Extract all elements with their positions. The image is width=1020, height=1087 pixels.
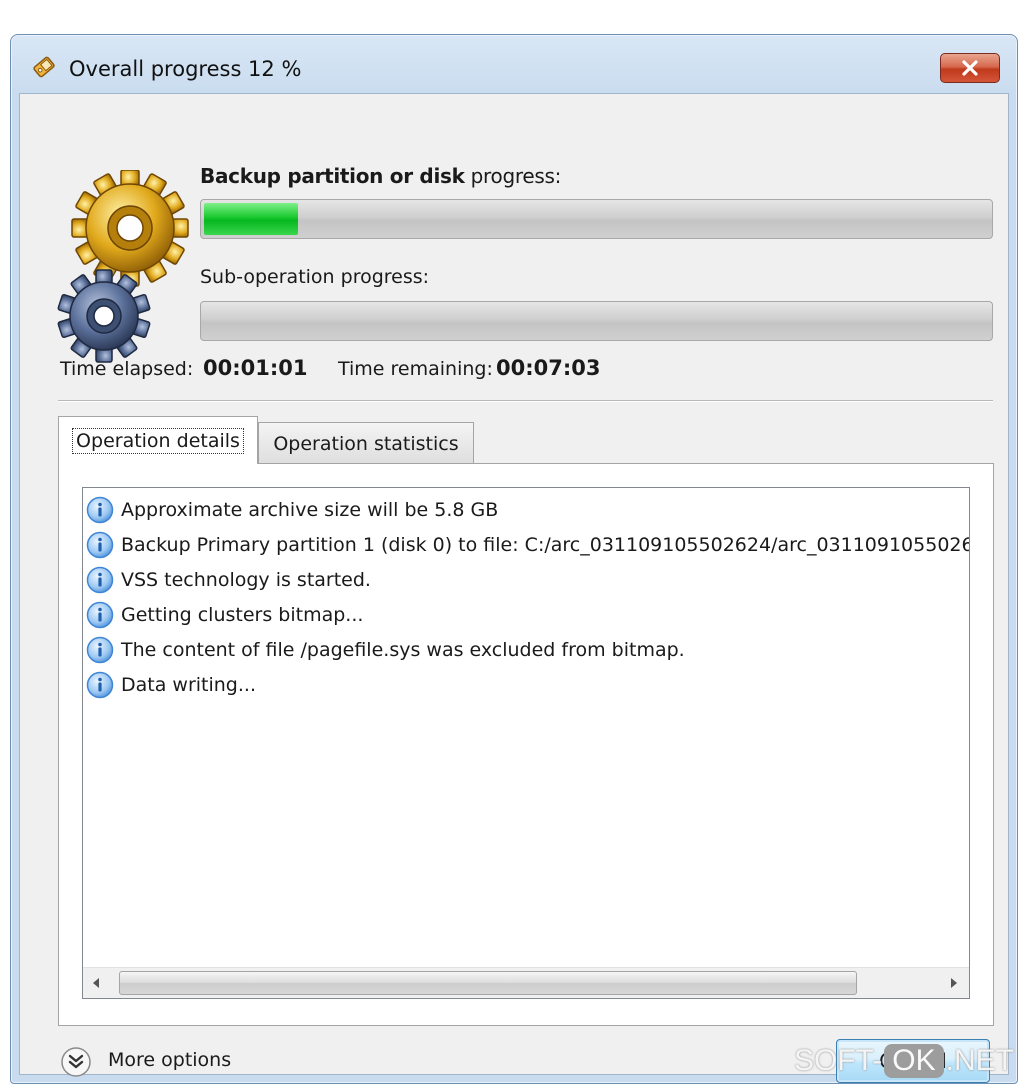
main-progress-fill — [204, 203, 299, 235]
close-icon — [962, 60, 978, 76]
log-item: Backup Primary partition 1 (disk 0) to f… — [86, 527, 969, 562]
double-chevron-down-icon[interactable] — [60, 1046, 92, 1078]
log-item-text: VSS technology is started. — [121, 568, 371, 591]
log-item: Getting clusters bitmap... — [86, 597, 969, 632]
progress-window: Overall progress 12 % Backup partition o… — [10, 34, 1018, 1084]
dialog-body: Backup partition or disk progress: Sub-o… — [19, 93, 1009, 1083]
more-options-link[interactable]: More options — [108, 1049, 231, 1071]
divider — [58, 400, 993, 402]
operation-log[interactable]: Approximate archive size will be 5.8 GB B… — [82, 487, 970, 999]
time-elapsed-value: 00:01:01 — [203, 356, 308, 380]
log-item: Data writing... — [86, 667, 969, 702]
info-icon — [86, 566, 114, 593]
window-title: Overall progress 12 % — [69, 57, 302, 81]
scroll-right-icon[interactable] — [949, 977, 959, 989]
log-item-text: The content of file /pagefile.sys was ex… — [121, 638, 685, 661]
scrollbar-thumb[interactable] — [119, 971, 857, 995]
time-elapsed-label: Time elapsed: — [60, 358, 194, 380]
title-bar[interactable]: Overall progress 12 % — [11, 35, 1017, 93]
watermark: SOFT- OK .NET — [793, 1044, 1014, 1078]
tab-operation-statistics[interactable]: Operation statistics — [258, 422, 474, 464]
scroll-left-icon[interactable] — [91, 977, 101, 989]
log-item: The content of file /pagefile.sys was ex… — [86, 632, 969, 667]
tag-icon — [33, 56, 55, 78]
info-icon — [86, 636, 114, 663]
info-icon — [86, 496, 114, 523]
close-button[interactable] — [940, 53, 1000, 83]
log-item: VSS technology is started. — [86, 562, 969, 597]
gears-icon — [57, 170, 189, 363]
log-list: Approximate archive size will be 5.8 GB B… — [86, 492, 969, 702]
info-icon — [86, 601, 114, 628]
log-item: Approximate archive size will be 5.8 GB — [86, 492, 969, 527]
sub-progress-bar — [200, 301, 993, 341]
time-remaining-label: Time remaining: — [338, 358, 493, 380]
horizontal-scrollbar[interactable] — [83, 967, 969, 998]
tab-operation-details[interactable]: Operation details — [58, 416, 258, 464]
main-progress-bar — [200, 199, 993, 239]
log-item-text: Getting clusters bitmap... — [121, 603, 364, 626]
time-remaining-value: 00:07:03 — [496, 356, 601, 380]
log-item-text: Approximate archive size will be 5.8 GB — [121, 498, 499, 521]
sub-progress-label: Sub-operation progress: — [200, 266, 430, 288]
tab-panel-operation-details: Approximate archive size will be 5.8 GB B… — [58, 463, 994, 1026]
main-progress-label: Backup partition or disk progress: — [200, 164, 562, 188]
info-icon — [86, 671, 114, 698]
log-item-text: Data writing... — [121, 673, 256, 696]
info-icon — [86, 531, 114, 558]
log-item-text: Backup Primary partition 1 (disk 0) to f… — [121, 533, 970, 556]
